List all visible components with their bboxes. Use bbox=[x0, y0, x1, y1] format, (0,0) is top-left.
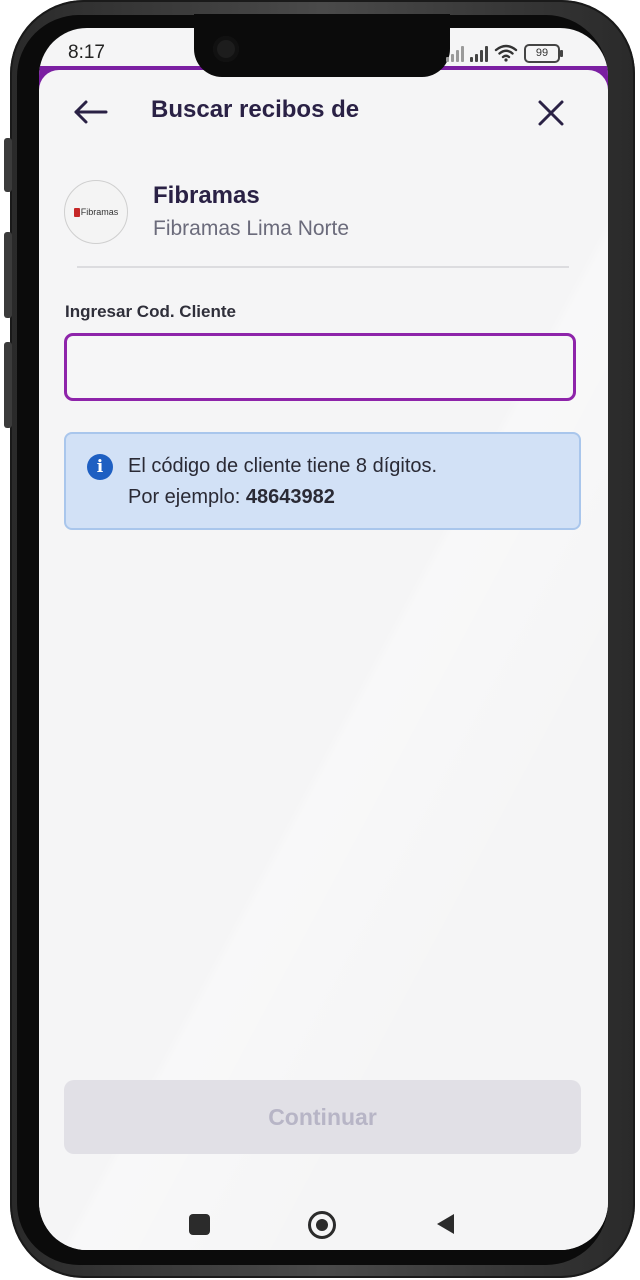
status-icons: 99 bbox=[446, 42, 563, 64]
company-branch: Fibramas Lima Norte bbox=[153, 217, 350, 240]
arrow-left-icon bbox=[74, 100, 108, 124]
home-button[interactable] bbox=[308, 1211, 336, 1239]
divider bbox=[77, 266, 569, 268]
close-icon bbox=[538, 100, 564, 126]
client-code-input[interactable] bbox=[64, 333, 576, 401]
side-button-volume-up bbox=[4, 232, 12, 318]
content-area bbox=[39, 70, 608, 1250]
info-text: El código de cliente tiene 8 dígitos. bbox=[128, 455, 438, 477]
back-button[interactable] bbox=[70, 95, 110, 129]
side-button-volume-down bbox=[4, 342, 12, 428]
info-icon: i bbox=[87, 454, 113, 480]
recent-apps-button[interactable] bbox=[189, 1214, 210, 1235]
logo-text: Fibramas bbox=[80, 207, 119, 217]
triangle-back-icon bbox=[437, 1214, 454, 1234]
side-button-top bbox=[4, 138, 12, 192]
logo-mark-icon bbox=[73, 207, 80, 217]
status-time: 8:17 bbox=[68, 42, 105, 63]
front-camera bbox=[213, 36, 239, 62]
info-example-code: 48643982 bbox=[245, 486, 335, 508]
nav-back-button[interactable] bbox=[434, 1212, 456, 1236]
signal-icon-sim1 bbox=[446, 44, 464, 62]
company-name: Fibramas bbox=[153, 182, 260, 209]
continue-button[interactable]: Continuar bbox=[64, 1080, 581, 1154]
info-box: i El código de cliente tiene 8 dígitos. … bbox=[64, 432, 581, 530]
wifi-icon bbox=[494, 44, 518, 62]
info-example: Por ejemplo: 48643982 bbox=[128, 486, 335, 509]
battery-icon: 99 bbox=[524, 43, 563, 63]
close-button[interactable] bbox=[534, 96, 568, 130]
client-code-label: Ingresar Cod. Cliente bbox=[65, 302, 236, 321]
signal-icon-sim2 bbox=[470, 44, 488, 62]
company-logo: Fibramas bbox=[64, 180, 128, 244]
info-example-prefix: Por ejemplo: bbox=[128, 486, 246, 508]
page-title: Buscar recibos de bbox=[151, 96, 360, 123]
